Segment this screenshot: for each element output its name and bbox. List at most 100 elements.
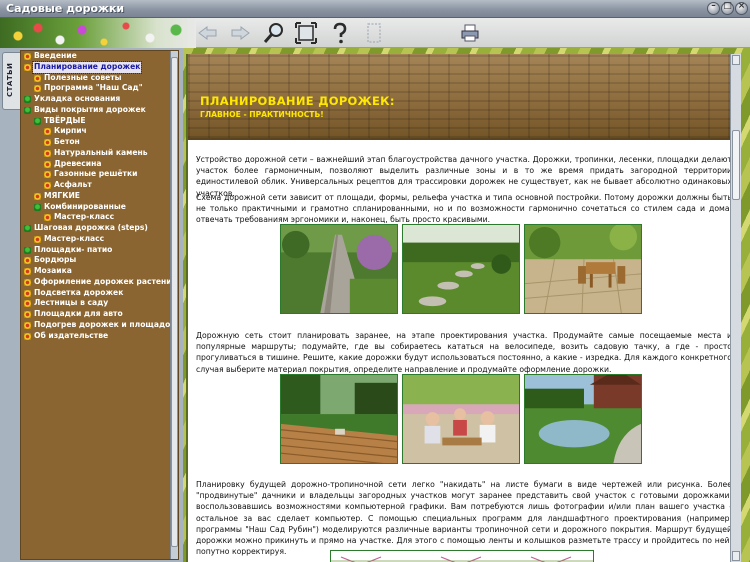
sidebar-item[interactable]: Подогрев дорожек и площадок (21, 320, 175, 331)
fullscreen-icon[interactable] (294, 21, 318, 45)
sidebar-item-label: Лестницы в саду (34, 298, 109, 308)
app-window: Садовые дорожки – □ × СТАТЬИ Введение Пл… (0, 0, 750, 562)
topic-book-icon (24, 311, 31, 318)
toolbar (0, 18, 750, 48)
sidebar-item[interactable]: Введение (21, 51, 171, 62)
sidebar-item[interactable]: Бордюры (21, 255, 171, 266)
forward-arrow-icon[interactable] (228, 21, 252, 45)
sidebar-item[interactable]: Лестницы в саду (21, 298, 171, 309)
article-paragraph: Планировку будущей дорожно-тропиночной с… (196, 480, 732, 557)
topic-book-icon (24, 53, 31, 60)
sidebar-item-label: Асфальт (54, 180, 92, 189)
sidebar-item-label: Укладка основания (34, 94, 121, 103)
sidebar-item[interactable]: Натуральный камень (21, 148, 171, 159)
sidebar-item-label: Планирование дорожек (31, 60, 143, 74)
sidebar-item[interactable]: ТВЁРДЫЕ (21, 116, 171, 127)
topic-book-icon (34, 117, 41, 125)
topic-book-icon (44, 171, 51, 179)
topic-book-icon (24, 278, 31, 286)
sidebar-item[interactable]: Об издательстве (21, 331, 171, 342)
sidebar-item[interactable]: Асфальт (21, 180, 171, 191)
sidebar-item[interactable]: Мастер-класс (21, 234, 171, 245)
sidebar-item-label: Бордюры (34, 255, 77, 265)
title-bar: Садовые дорожки – □ × (0, 0, 750, 18)
article-header: ПЛАНИРОВАНИЕ ДОРОЖЕК: ГЛАВНОЕ - ПРАКТИЧН… (188, 54, 741, 140)
topic-book-icon (44, 160, 51, 168)
topic-book-icon (34, 192, 41, 200)
sidebar-item[interactable]: Подсветка дорожек (21, 288, 171, 299)
sidebar-item-label: Подсветка дорожек (34, 287, 124, 297)
sidebar-item-label: Площадки для авто (34, 309, 123, 318)
sidebar-item-label: Площадки- патио (34, 244, 113, 254)
article-title: ПЛАНИРОВАНИЕ ДОРОЖЕК: (200, 94, 395, 108)
help-question-icon[interactable] (328, 21, 352, 45)
sidebar-item[interactable]: Шаговая дорожка (steps) (21, 223, 171, 234)
sidebar-item[interactable]: Газонные решётки (21, 169, 171, 180)
article-paragraph: Схема дорожной сети зависит от площади, … (196, 193, 732, 225)
photo-pond-garden (524, 374, 642, 464)
photo-stepping-stones (402, 224, 520, 314)
sidebar-item[interactable]: Комбинированные (21, 202, 171, 213)
path-layout-diagram (330, 550, 594, 562)
tree-scrollbar-thumb[interactable] (171, 57, 178, 547)
tree-scrollbar[interactable] (170, 51, 178, 559)
tab-articles[interactable]: СТАТЬИ (2, 52, 20, 110)
maximize-button[interactable]: □ (721, 1, 734, 15)
topic-book-icon (24, 106, 31, 114)
topic-book-icon (34, 235, 41, 243)
topic-book-icon (24, 321, 31, 329)
sidebar-item[interactable]: Площадки- патио (21, 245, 171, 256)
scroll-up-arrow-icon[interactable] (732, 55, 740, 65)
sidebar-item-label: Мозаика (34, 266, 72, 275)
sidebar-item[interactable]: Программа "Наш Сад" (21, 83, 171, 94)
article-subtitle: ГЛАВНОЕ - ПРАКТИЧНОСТЬ! (200, 110, 324, 119)
topic-tree-list: Введение Планирование дорожек Полезные сов… (21, 51, 177, 342)
sidebar-item-label: Мастер-класс (44, 233, 105, 243)
topic-book-icon (44, 128, 51, 136)
scroll-down-arrow-icon[interactable] (732, 551, 740, 561)
sidebar-item-label: Подогрев дорожек и площадок (34, 319, 176, 329)
sidebar-item[interactable]: Площадки для авто (21, 309, 171, 320)
minimize-icon: – (711, 1, 716, 11)
back-arrow-icon[interactable] (196, 21, 220, 45)
sidebar-item-label: Мастер-класс (54, 212, 115, 222)
sidebar-item[interactable]: Мозаика (21, 266, 171, 277)
sidebar-item[interactable]: Планирование дорожек (21, 60, 171, 74)
sidebar-item[interactable]: Виды покрытия дорожек (21, 105, 171, 116)
sidebar-item[interactable]: Мастер-класс (21, 212, 171, 223)
sidebar-item[interactable]: Кирпич (21, 126, 171, 137)
window-title: Садовые дорожки (6, 2, 125, 15)
sidebar-item-label: МЯГКИЕ (44, 190, 80, 200)
article-scrollbar[interactable] (730, 54, 741, 562)
sidebar-item-label: Введение (34, 51, 77, 60)
bookmark-icon[interactable] (362, 21, 386, 45)
article-paragraph: Дорожную сеть стоит планировать заранее,… (196, 331, 732, 374)
close-button[interactable]: × (735, 1, 748, 15)
article-scrollbar-thumb[interactable] (732, 130, 740, 200)
topic-book-icon (34, 74, 41, 82)
sidebar-item[interactable]: МЯГКИЕ (21, 191, 171, 202)
sidebar-item[interactable]: Укладка основания (21, 94, 171, 105)
topic-book-icon (24, 246, 31, 254)
sidebar-item[interactable]: Бетон (21, 137, 171, 148)
sidebar-item-label: Бетон (54, 137, 80, 146)
topic-book-icon (24, 300, 31, 308)
minimize-button[interactable]: – (707, 1, 720, 15)
sidebar-item-label: Кирпич (54, 126, 87, 136)
topic-tree: Введение Планирование дорожек Полезные сов… (20, 50, 179, 560)
topic-book-icon (24, 257, 31, 265)
topic-book-icon (24, 332, 31, 340)
sidebar-item[interactable]: Оформление дорожек растения (21, 277, 177, 288)
print-icon[interactable] (458, 21, 482, 45)
search-magnifier-icon[interactable] (262, 21, 286, 45)
sidebar-item-label: Натуральный камень (54, 147, 148, 157)
sidebar-item[interactable]: Полезные советы (21, 73, 171, 84)
photo-family-patio (402, 374, 520, 464)
topic-book-icon (34, 85, 41, 93)
sidebar-item[interactable]: Древесина (21, 159, 171, 170)
sidebar-item-label: Об издательстве (34, 330, 109, 340)
sidebar-item-label: Виды покрытия дорожек (34, 104, 146, 114)
maximize-icon: □ (723, 1, 732, 11)
close-icon: × (737, 1, 746, 11)
tab-articles-label: СТАТЬИ (6, 62, 14, 97)
